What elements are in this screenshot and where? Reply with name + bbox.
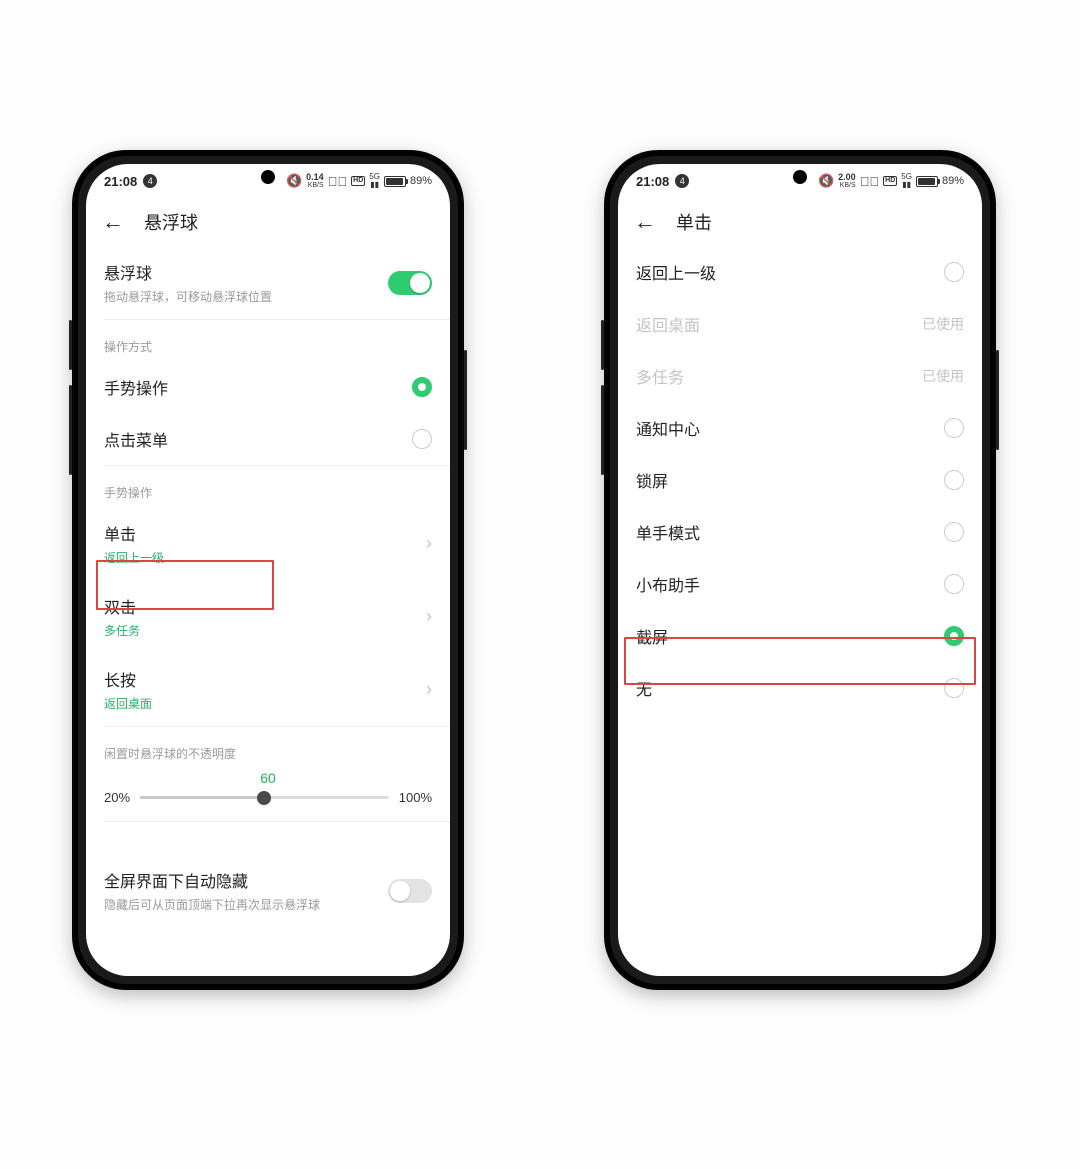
battery-icon	[384, 176, 406, 187]
radio-notification[interactable]	[944, 418, 964, 438]
gesture-single-tap[interactable]: 单击 返回上一级 ›	[86, 507, 450, 580]
wifi-icon: ◉᷼	[860, 174, 880, 189]
option-none[interactable]: 无	[618, 662, 982, 714]
option-breeno[interactable]: 小布助手	[618, 558, 982, 610]
status-time: 21:08	[104, 174, 137, 189]
section-opacity: 闲置时悬浮球的不透明度	[86, 727, 450, 768]
nav-bar: ← 悬浮球	[86, 198, 450, 246]
option-lock[interactable]: 锁屏	[618, 454, 982, 506]
radio-none[interactable]	[944, 678, 964, 698]
battery-pct: 89%	[942, 175, 964, 187]
gesture-double-tap[interactable]: 双击 多任务 ›	[86, 580, 450, 653]
option-gesture[interactable]: 手势操作	[86, 361, 450, 413]
option-screenshot[interactable]: 截屏	[618, 610, 982, 662]
battery-icon	[916, 176, 938, 187]
floating-ball-toggle-row[interactable]: 悬浮球 拖动悬浮球，可移动悬浮球位置	[86, 246, 450, 319]
slider-max: 100%	[399, 790, 432, 805]
autohide-switch[interactable]	[388, 879, 432, 903]
mute-icon: 🔇	[818, 173, 834, 189]
opacity-slider-row: 60 20% 100%	[86, 768, 450, 821]
status-notif-badge: 4	[143, 174, 157, 188]
chevron-right-icon: ›	[418, 533, 432, 554]
option-onehand[interactable]: 单手模式	[618, 506, 982, 558]
option-notification[interactable]: 通知中心	[618, 402, 982, 454]
radio-onehand[interactable]	[944, 522, 964, 542]
nav-bar: ← 单击	[618, 198, 982, 246]
radio-tap-menu[interactable]	[412, 429, 432, 449]
status-notif-badge: 4	[675, 174, 689, 188]
used-label: 已使用	[922, 314, 964, 334]
hd-badge: HD	[883, 176, 897, 186]
signal-icon: 5G▮▮	[369, 173, 380, 189]
radio-back[interactable]	[944, 262, 964, 282]
page-title: 单击	[676, 209, 712, 235]
used-label: 已使用	[922, 366, 964, 386]
wifi-icon: ◉᷼	[328, 174, 348, 189]
signal-icon: 5G▮▮	[901, 173, 912, 189]
section-operation: 操作方式	[86, 320, 450, 361]
page-title: 悬浮球	[144, 209, 198, 235]
option-tasks: 多任务 已使用	[618, 350, 982, 402]
autohide-row[interactable]: 全屏界面下自动隐藏 隐藏后可从页面顶端下拉再次显示悬浮球	[86, 854, 450, 927]
radio-screenshot[interactable]	[944, 626, 964, 646]
radio-lock[interactable]	[944, 470, 964, 490]
status-bar: 21:08 4 🔇 0.14KB/S ◉᷼ HD 5G▮▮ 89%	[86, 164, 450, 198]
back-button[interactable]: ←	[628, 207, 662, 237]
mute-icon: 🔇	[286, 173, 302, 189]
chevron-right-icon: ›	[418, 606, 432, 627]
option-home: 返回桌面 已使用	[618, 298, 982, 350]
radio-breeno[interactable]	[944, 574, 964, 594]
battery-pct: 89%	[410, 175, 432, 187]
slider-value: 60	[104, 770, 432, 786]
toggle-sub: 拖动悬浮球，可移动悬浮球位置	[104, 288, 388, 305]
option-back[interactable]: 返回上一级	[618, 246, 982, 298]
floating-ball-switch[interactable]	[388, 271, 432, 295]
phone-mockup-right: 21:08 4 🔇 2.00KB/S ◉᷼ HD 5G▮▮ 89% ← 单击	[604, 150, 996, 990]
screen-left: 21:08 4 🔇 0.14KB/S ◉᷼ HD 5G▮▮ 89% ← 悬浮球	[86, 164, 450, 976]
slider-thumb[interactable]	[257, 791, 271, 805]
hd-badge: HD	[351, 176, 365, 186]
section-gesture: 手势操作	[86, 466, 450, 507]
status-time: 21:08	[636, 174, 669, 189]
status-bar: 21:08 4 🔇 2.00KB/S ◉᷼ HD 5G▮▮ 89%	[618, 164, 982, 198]
slider-min: 20%	[104, 790, 130, 805]
gesture-long-press[interactable]: 长按 返回桌面 ›	[86, 653, 450, 726]
camera-hole-icon	[793, 170, 807, 184]
radio-gesture[interactable]	[412, 377, 432, 397]
back-button[interactable]: ←	[96, 207, 130, 237]
toggle-title: 悬浮球	[104, 260, 388, 284]
screen-right: 21:08 4 🔇 2.00KB/S ◉᷼ HD 5G▮▮ 89% ← 单击	[618, 164, 982, 976]
camera-hole-icon	[261, 170, 275, 184]
opacity-slider[interactable]	[140, 796, 389, 799]
option-tap-menu[interactable]: 点击菜单	[86, 413, 450, 465]
phone-mockup-left: 21:08 4 🔇 0.14KB/S ◉᷼ HD 5G▮▮ 89% ← 悬浮球	[72, 150, 464, 990]
chevron-right-icon: ›	[418, 679, 432, 700]
